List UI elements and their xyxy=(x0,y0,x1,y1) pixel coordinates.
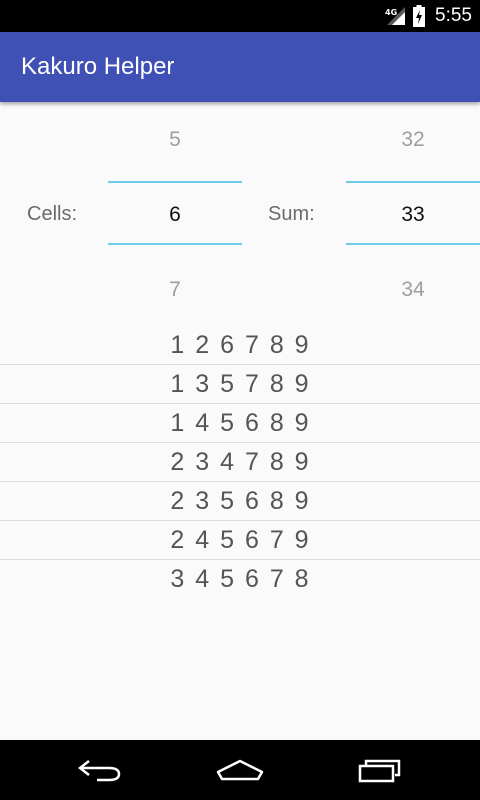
cells-divider-top xyxy=(108,181,242,183)
cells-next-value[interactable]: 7 xyxy=(108,278,242,302)
battery-icon xyxy=(413,5,426,27)
app-title: Kakuro Helper xyxy=(21,53,175,80)
signal-icon: 4G xyxy=(385,5,407,27)
list-item[interactable]: 2 3 5 6 8 9 xyxy=(0,482,480,520)
back-button[interactable] xyxy=(60,740,140,800)
list-item[interactable]: 1 3 5 7 8 9 xyxy=(0,365,480,403)
cells-label: Cells: xyxy=(27,203,78,225)
list-item[interactable]: 1 4 5 6 8 9 xyxy=(0,404,480,442)
sum-divider-bottom xyxy=(346,243,480,245)
sum-label: Sum: xyxy=(268,203,315,225)
home-button[interactable] xyxy=(200,740,280,800)
list-item[interactable]: 3 4 5 6 7 8 xyxy=(0,560,480,598)
cells-divider-bottom xyxy=(108,243,242,245)
sum-divider-top xyxy=(346,181,480,183)
cells-prev-value[interactable]: 5 xyxy=(108,128,242,152)
clock: 5:55 xyxy=(435,5,472,26)
list-item[interactable]: 2 4 5 6 7 9 xyxy=(0,521,480,559)
list-item[interactable]: 2 3 4 7 8 9 xyxy=(0,443,480,481)
home-icon xyxy=(216,759,264,781)
back-icon xyxy=(77,760,121,782)
status-bar: 4G 5:55 xyxy=(0,0,480,32)
picker-area: Cells: 5 6 7 Sum: 32 33 34 xyxy=(0,102,480,322)
list-item[interactable]: 1 2 6 7 8 9 xyxy=(0,326,480,364)
recents-button[interactable] xyxy=(340,740,420,800)
combination-list: 1 2 6 7 8 9 1 3 5 7 8 9 1 4 5 6 8 9 2 3 … xyxy=(0,326,480,598)
sum-current-value[interactable]: 33 xyxy=(346,203,480,227)
sum-next-value[interactable]: 34 xyxy=(346,278,480,302)
navigation-bar xyxy=(0,740,480,800)
recents-icon xyxy=(358,759,401,783)
status-icons: 4G 5:55 xyxy=(385,0,472,32)
sum-picker[interactable]: 32 33 34 xyxy=(346,102,480,322)
app-bar: Kakuro Helper xyxy=(0,32,480,102)
cells-current-value[interactable]: 6 xyxy=(108,203,242,227)
sum-prev-value[interactable]: 32 xyxy=(346,128,480,152)
cells-picker[interactable]: 5 6 7 xyxy=(108,102,242,322)
